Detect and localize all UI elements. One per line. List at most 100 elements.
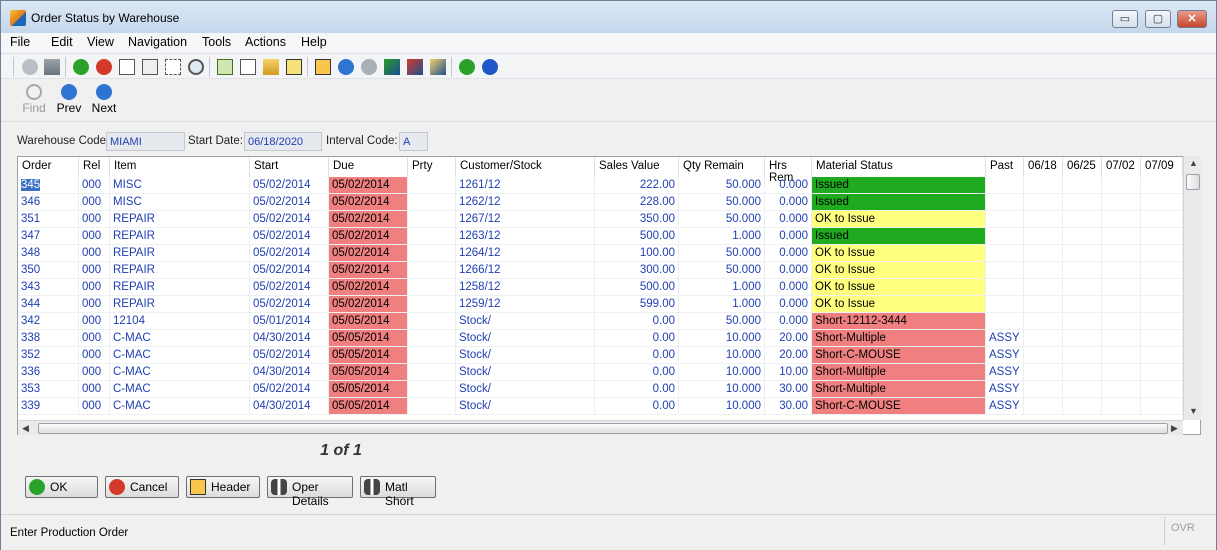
cell-prty[interactable] — [408, 364, 456, 381]
cell-rel[interactable]: 000 — [79, 364, 110, 381]
cell-hrs-rem[interactable]: 0.000 — [765, 313, 812, 330]
menu-navigation[interactable]: Navigation — [128, 35, 187, 49]
menu-tools[interactable]: Tools — [202, 35, 231, 49]
cell-start[interactable]: 05/02/2014 — [250, 228, 329, 245]
cell-order[interactable]: 346 — [18, 194, 79, 211]
cell-due[interactable]: 05/02/2014 — [329, 177, 408, 194]
cell-item[interactable]: REPAIR — [110, 245, 250, 262]
cell-qty-remain[interactable]: 10.000 — [679, 347, 765, 364]
cell-item[interactable]: REPAIR — [110, 211, 250, 228]
cell-due[interactable]: 05/02/2014 — [329, 262, 408, 279]
cell-wk-0709[interactable] — [1141, 194, 1183, 211]
cell-order[interactable]: 343 — [18, 279, 79, 296]
cell-qty-remain[interactable]: 50.000 — [679, 194, 765, 211]
cell-sales-value[interactable]: 599.00 — [595, 296, 679, 313]
cell-item[interactable]: REPAIR — [110, 279, 250, 296]
cell-due[interactable]: 05/05/2014 — [329, 398, 408, 415]
calendar-icon[interactable] — [286, 59, 302, 75]
cell-sales-value[interactable]: 0.00 — [595, 313, 679, 330]
cell-hrs-rem[interactable]: 0.000 — [765, 177, 812, 194]
new-record-icon[interactable] — [119, 59, 135, 75]
cell-start[interactable]: 04/30/2014 — [250, 364, 329, 381]
column-header-wk-0702[interactable]: 07/02 — [1102, 157, 1141, 177]
cell-rel[interactable]: 000 — [79, 262, 110, 279]
scroll-right-icon[interactable]: ▶ — [1171, 423, 1178, 434]
cell-wk-0709[interactable] — [1141, 398, 1183, 415]
cell-due[interactable]: 05/02/2014 — [329, 279, 408, 296]
cell-order[interactable]: 350 — [18, 262, 79, 279]
cell-wk-0625[interactable] — [1063, 245, 1102, 262]
cell-wk-0618[interactable] — [1024, 330, 1063, 347]
cell-rel[interactable]: 000 — [79, 279, 110, 296]
cell-customer-stock[interactable]: Stock/ — [456, 381, 595, 398]
cell-wk-0702[interactable] — [1102, 330, 1141, 347]
cell-sales-value[interactable]: 500.00 — [595, 228, 679, 245]
cell-wk-0618[interactable] — [1024, 279, 1063, 296]
cell-start[interactable]: 05/02/2014 — [250, 177, 329, 194]
cell-wk-0618[interactable] — [1024, 228, 1063, 245]
chart-icon[interactable] — [459, 59, 475, 75]
cell-due[interactable]: 05/02/2014 — [329, 228, 408, 245]
cell-past[interactable] — [986, 194, 1024, 211]
cell-customer-stock[interactable]: Stock/ — [456, 398, 595, 415]
cell-wk-0702[interactable] — [1102, 381, 1141, 398]
menu-file[interactable]: File — [10, 35, 30, 49]
cell-start[interactable]: 05/02/2014 — [250, 296, 329, 313]
cell-rel[interactable]: 000 — [79, 381, 110, 398]
cell-item[interactable]: C-MAC — [110, 364, 250, 381]
cell-sales-value[interactable]: 0.00 — [595, 381, 679, 398]
cell-start[interactable]: 05/02/2014 — [250, 381, 329, 398]
cell-qty-remain[interactable]: 1.000 — [679, 228, 765, 245]
maximize-button[interactable]: ▢ — [1145, 10, 1171, 28]
cell-hrs-rem[interactable]: 0.000 — [765, 245, 812, 262]
cell-wk-0618[interactable] — [1024, 364, 1063, 381]
cell-prty[interactable] — [408, 211, 456, 228]
cell-hrs-rem[interactable]: 30.00 — [765, 381, 812, 398]
cell-wk-0702[interactable] — [1102, 313, 1141, 330]
column-header-rel[interactable]: Rel — [79, 157, 110, 177]
cell-material-status[interactable]: Issued — [812, 228, 986, 245]
cell-wk-0702[interactable] — [1102, 211, 1141, 228]
chevron-up-icon[interactable] — [361, 59, 377, 75]
cell-hrs-rem[interactable]: 20.00 — [765, 347, 812, 364]
cell-sales-value[interactable]: 500.00 — [595, 279, 679, 296]
cell-prty[interactable] — [408, 398, 456, 415]
cell-customer-stock[interactable]: 1263/12 — [456, 228, 595, 245]
cell-item[interactable]: C-MAC — [110, 398, 250, 415]
cell-qty-remain[interactable]: 10.000 — [679, 398, 765, 415]
cell-wk-0709[interactable] — [1141, 381, 1183, 398]
search-icon[interactable] — [188, 59, 204, 75]
cell-material-status[interactable]: Short-Multiple — [812, 381, 986, 398]
cell-wk-0618[interactable] — [1024, 381, 1063, 398]
cell-prty[interactable] — [408, 296, 456, 313]
cell-start[interactable]: 05/02/2014 — [250, 194, 329, 211]
cell-past[interactable] — [986, 313, 1024, 330]
header-button[interactable]: Header — [186, 476, 260, 498]
cell-past[interactable]: ASSY — [986, 398, 1024, 415]
cell-wk-0702[interactable] — [1102, 194, 1141, 211]
copy-window-icon[interactable] — [44, 59, 60, 75]
cell-sales-value[interactable]: 0.00 — [595, 330, 679, 347]
cell-wk-0618[interactable] — [1024, 245, 1063, 262]
cell-wk-0709[interactable] — [1141, 177, 1183, 194]
cell-item[interactable]: C-MAC — [110, 347, 250, 364]
cell-wk-0702[interactable] — [1102, 398, 1141, 415]
folder-key-icon[interactable] — [263, 59, 279, 75]
close-button[interactable]: ✕ — [1177, 10, 1207, 28]
cancel-x-icon[interactable] — [96, 59, 112, 75]
cell-hrs-rem[interactable]: 30.00 — [765, 398, 812, 415]
warehouse-code-field[interactable]: MIAMI — [106, 132, 185, 151]
cell-item[interactable]: C-MAC — [110, 330, 250, 347]
cell-customer-stock[interactable]: Stock/ — [456, 330, 595, 347]
cell-customer-stock[interactable]: 1259/12 — [456, 296, 595, 313]
cell-wk-0625[interactable] — [1063, 330, 1102, 347]
cell-start[interactable]: 05/02/2014 — [250, 262, 329, 279]
navigate-in-icon[interactable] — [384, 59, 400, 75]
cell-past[interactable] — [986, 211, 1024, 228]
cell-sales-value[interactable]: 0.00 — [595, 364, 679, 381]
cell-material-status[interactable]: Issued — [812, 194, 986, 211]
cell-wk-0702[interactable] — [1102, 296, 1141, 313]
cell-prty[interactable] — [408, 347, 456, 364]
cell-qty-remain[interactable]: 10.000 — [679, 364, 765, 381]
cell-due[interactable]: 05/02/2014 — [329, 296, 408, 313]
